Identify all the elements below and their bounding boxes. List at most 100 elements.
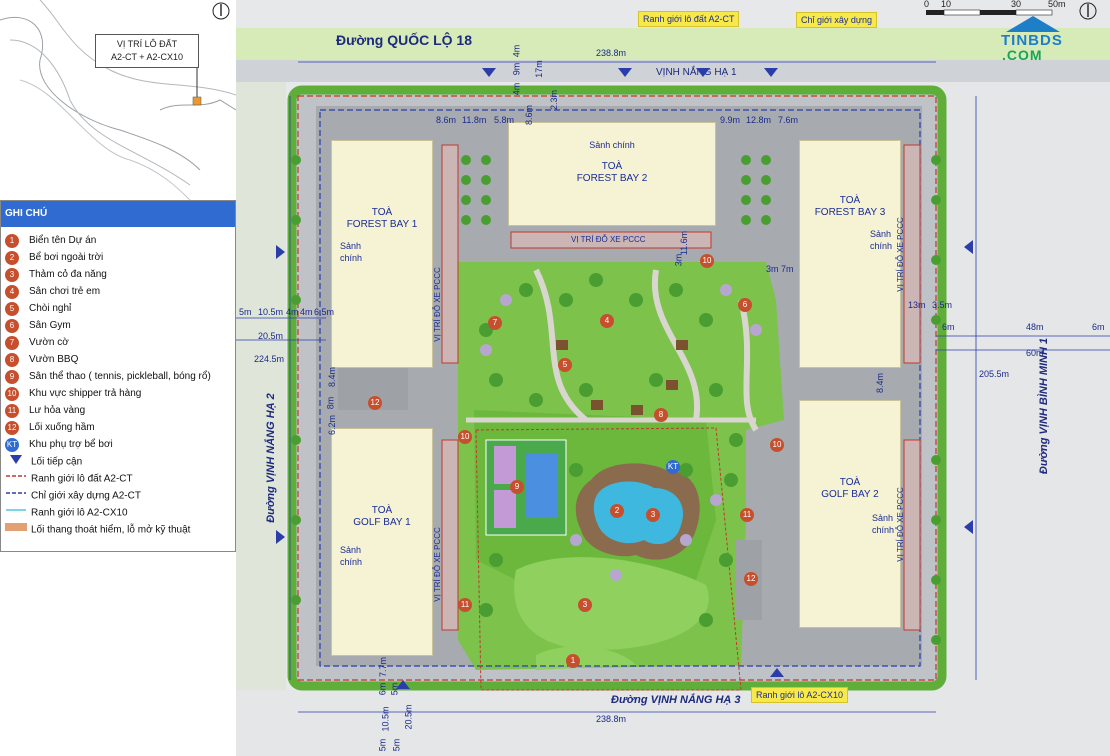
- dim-left-5m: 5m: [239, 307, 252, 317]
- dim-bottom-total: 238.8m: [596, 714, 627, 724]
- dim-top-7-6m: 7.6m: [778, 115, 799, 125]
- dim-left-20-5m: 20.5m: [258, 331, 284, 341]
- locator-sketch: [0, 0, 236, 200]
- callout-cx10-boundary: Ranh giới lô A2-CX10: [751, 687, 848, 703]
- access-triangle-icon: [276, 245, 285, 259]
- legend-item: 7 Vườn cờ: [5, 334, 69, 351]
- legend-item: 3 Thảm cỏ đa năng: [5, 266, 107, 283]
- dim-right-60m: 60m: [1026, 348, 1044, 358]
- dim-top-9m: 9m: [511, 62, 522, 76]
- dim-mid-8-4m-a: 8.4m: [327, 366, 338, 388]
- dim-top-4m-b: 4m: [511, 82, 522, 96]
- scale-50: 50m: [1048, 0, 1066, 9]
- amenity-pin: 11: [458, 598, 472, 612]
- access-triangle-icon: [618, 68, 632, 77]
- scale-10: 10: [941, 0, 952, 9]
- legend-symbol-build-line: Chỉ giới xây dựng A2-CT: [5, 487, 141, 504]
- amenity-pin: 4: [600, 314, 614, 328]
- locator-label-line2: A2-CT + A2-CX10: [110, 52, 184, 62]
- dim-bot-7-7m: 7.7m: [378, 656, 389, 678]
- dim-top-4m: 4m: [511, 44, 522, 58]
- tower-golf-bay-2: TOÀ GOLF BAY 2 Sảnh chính: [799, 400, 901, 628]
- dim-right-13m: 13m: [908, 300, 926, 310]
- tower-gb1-line1: TOÀ: [371, 505, 393, 516]
- road-south: Đường VỊNH NẮNG HẠ 3: [611, 694, 741, 706]
- legend-title: GHI CHÚ: [1, 201, 235, 227]
- dim-bot-5m-c: 5m: [391, 738, 402, 752]
- legend-item: 12 Lối xuống hầm: [5, 419, 95, 436]
- legend-item: 6 Sân Gym: [5, 317, 71, 334]
- fire-lot-west-lower-label: VỊ TRÍ ĐỖ XE PCCC: [432, 527, 442, 602]
- dim-mid-8-4m-b: 8.4m: [875, 372, 886, 394]
- dim-right-total: 205.5m: [979, 369, 1010, 379]
- tower-fb1-line2: FOREST BAY 1: [346, 219, 418, 230]
- lobby-gb1-line1: Sảnh: [340, 545, 362, 555]
- access-triangle-icon: [696, 68, 710, 77]
- orange-block-icon: [5, 523, 27, 531]
- fire-lot-east-upper-label: VỊ TRÍ ĐỖ XE PCCC: [895, 217, 905, 292]
- lobby-gb2-line2: chính: [872, 525, 895, 535]
- amenity-pin: 9: [510, 480, 524, 494]
- dim-top-total: 238.8m: [596, 48, 627, 58]
- amenity-pin-kt: KT: [666, 460, 680, 474]
- access-triangle-icon: [276, 530, 285, 544]
- amenity-pin: 10: [770, 438, 784, 452]
- tower-gb2-line2: GOLF BAY 2: [821, 489, 879, 500]
- callout-plot-boundary: Ranh giới lô đất A2-CT: [638, 11, 740, 27]
- dim-left-6-5m: 6.5m: [314, 307, 335, 317]
- lobby-gb2-line1: Sảnh: [872, 513, 894, 523]
- amenity-pin: 12: [368, 396, 382, 410]
- amenity-pin: 8: [654, 408, 668, 422]
- legend-symbol-plot-boundary: Ranh giới lô đất A2-CT: [5, 470, 133, 487]
- tinbds-logo: TINBDS .COM: [998, 16, 1068, 64]
- amenity-pin: 11: [740, 508, 754, 522]
- dim-top-17m: 17m: [533, 60, 544, 78]
- tower-gb1-line2: GOLF BAY 1: [353, 517, 411, 528]
- dim-top-12-8m: 12.8m: [746, 115, 772, 125]
- tower-forest-bay-1: TOÀ FOREST BAY 1 Sảnh chính: [331, 140, 433, 368]
- fire-lot-east-lower-label: VỊ TRÍ ĐỖ XE PCCC: [895, 487, 905, 562]
- dim-left-total: 224.5m: [254, 354, 285, 364]
- access-triangle-icon: [964, 240, 973, 254]
- dim-bot-5m: 5m: [377, 738, 388, 752]
- dim-top-8-6m-b: 8.6m: [524, 104, 535, 126]
- dim-top-9-9m: 9.9m: [720, 115, 741, 125]
- dim-bot-20-5m: 20.5m: [403, 704, 414, 730]
- tower-forest-bay-3: TOÀ FOREST BAY 3 Sảnh chính: [799, 140, 901, 368]
- legend-panel: GHI CHÚ 1 Biển tên Dự án 2 Bể bơi ngoài tr…: [0, 200, 236, 552]
- dim-top-2-3m: 2.3m: [549, 89, 560, 111]
- scale-0: 0: [924, 0, 930, 9]
- legend-item: 2 Bể bơi ngoài trời: [5, 249, 103, 266]
- access-triangle-icon: [964, 520, 973, 534]
- dim-left-4m-b: 4m: [300, 307, 313, 317]
- access-triangle-icon: [482, 68, 496, 77]
- amenity-pin: 3: [578, 598, 592, 612]
- dim-left-10-5m: 10.5m: [258, 307, 284, 317]
- scale-30: 30: [1011, 0, 1022, 9]
- fire-lot-north-label: VỊ TRÍ ĐỖ XE PCCC: [571, 235, 646, 244]
- legend-item: 4 Sân chơi trẻ em: [5, 283, 100, 300]
- fire-lot-west-upper-label: VỊ TRÍ ĐỖ XE PCCC: [432, 267, 442, 342]
- lobby-gb1-line2: chính: [340, 557, 363, 567]
- legend-item: 8 Vườn BBQ: [5, 351, 78, 368]
- tower-forest-bay-2: Sảnh chính TOÀ FOREST BAY 2: [508, 122, 716, 226]
- tower-fb2-line1: TOÀ: [601, 161, 623, 172]
- access-triangle-icon: [10, 455, 22, 464]
- road-east: Đường VỊNH BÌNH MINH 1: [1038, 337, 1051, 475]
- amenity-pin: 7: [488, 316, 502, 330]
- lobby-fb2: Sảnh chính: [589, 140, 635, 150]
- amenity-pin: 10: [458, 430, 472, 444]
- blue-dash-icon: [6, 492, 26, 494]
- dim-mid-6-2m: 6.2m: [327, 414, 338, 436]
- dim-top-11-8m: 11.8m: [462, 115, 487, 125]
- dim-bot-6m: 6m: [377, 682, 388, 696]
- access-triangle-icon: [396, 680, 410, 689]
- dim-mid-3m-b: 3m: [766, 264, 779, 274]
- dim-right-6m-a: 6m: [942, 322, 955, 332]
- road-north: Đường QUỐC LỘ 18: [336, 32, 472, 48]
- scale-bar-graphic: [926, 9, 1053, 16]
- dim-left-4m: 4m: [286, 307, 299, 317]
- amenity-pin: 12: [744, 572, 758, 586]
- tower-fb1-line1: TOÀ: [371, 207, 393, 218]
- tower-fb2-line2: FOREST BAY 2: [576, 173, 648, 184]
